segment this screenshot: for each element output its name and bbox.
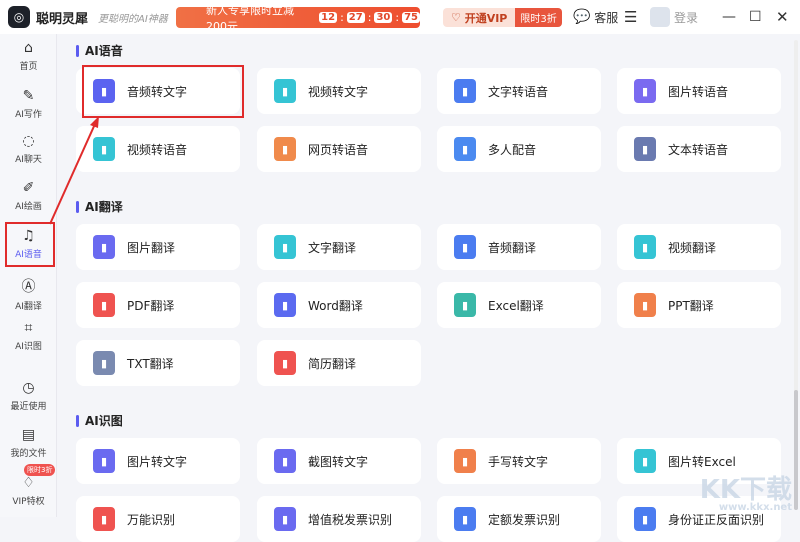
scrollbar[interactable] [794,40,798,510]
annotation-arrow [49,116,99,225]
watermark-text: KK下载 [699,475,792,505]
scrollbar-thumb[interactable] [794,390,798,510]
watermark: KK下载 www.kkx.net [700,477,792,513]
